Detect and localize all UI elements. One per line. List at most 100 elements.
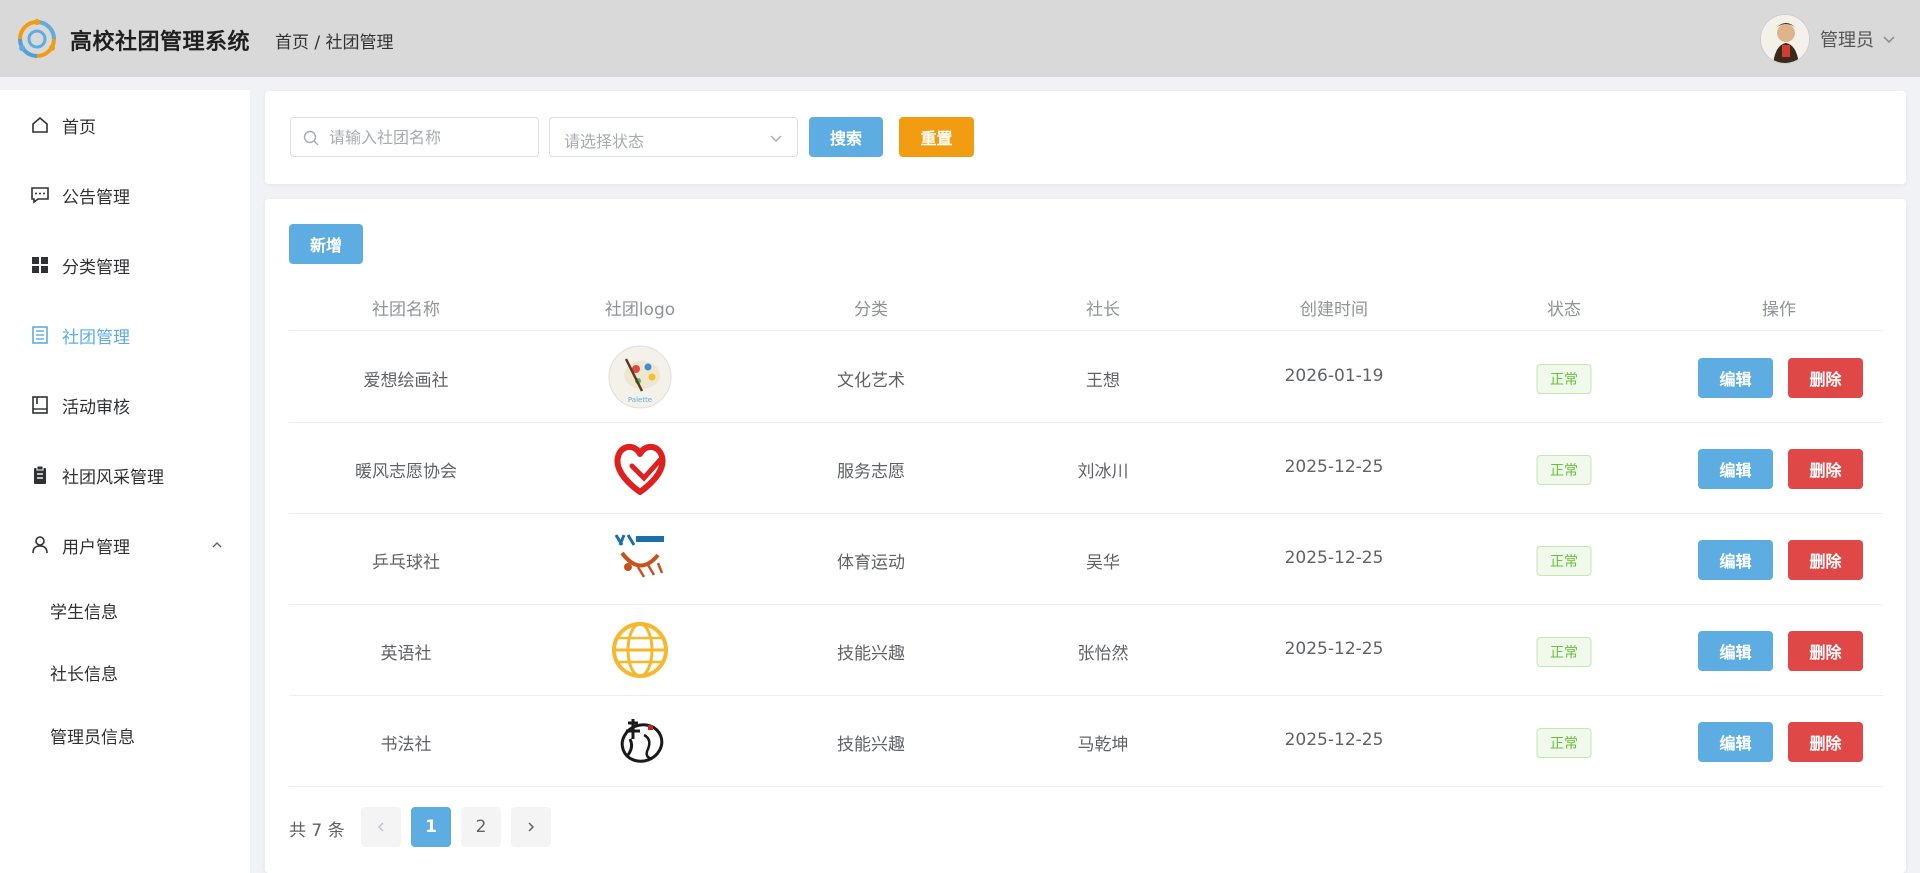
status-badge: 正常	[1536, 364, 1592, 394]
edit-button[interactable]: 编辑	[1698, 449, 1773, 489]
sidebar-item-activity-review[interactable]: 活动审核	[0, 377, 250, 433]
table-header: 社团名称 社团logo 分类 社长 创建时间 状态 操作	[289, 289, 1883, 331]
sidebar-item-label: 社团风采管理	[62, 467, 164, 488]
chevron-left-icon	[377, 822, 384, 832]
sidebar-item-user-management[interactable]: 用户管理	[0, 517, 250, 573]
table-row: 暖风志愿协会 服务志愿 刘冰川 2025-12-25 正常 编辑 删除	[289, 423, 1883, 514]
sidebar-item-label: 首页	[62, 117, 96, 138]
sidebar-item-announcements[interactable]: 公告管理	[0, 167, 250, 223]
table-row: 书法社 技能兴趣 马乾坤 2025-12-25 正常 编辑 删除	[289, 696, 1883, 787]
prev-page-button[interactable]	[361, 807, 401, 847]
app-logo-icon	[18, 19, 56, 58]
sidebar-item-clubs[interactable]: 社团管理	[0, 307, 250, 363]
heart-logo-icon	[614, 444, 666, 495]
status-badge: 正常	[1536, 546, 1592, 576]
sidebar-item-home[interactable]: 首页	[0, 97, 250, 153]
club-leader: 王想	[1086, 371, 1120, 391]
top-header: 高校社团管理系统 首页 / 社团管理 管理员	[0, 0, 1920, 77]
sidebar-subitem-label: 学生信息	[50, 602, 118, 623]
clipboard-icon	[34, 465, 46, 484]
sidebar-item-label: 社团管理	[62, 327, 130, 348]
status-select[interactable]: 请选择状态	[549, 117, 798, 157]
grid-icon	[32, 257, 48, 273]
page-button-1[interactable]: 1	[411, 807, 451, 847]
club-name: 爱想绘画社	[363, 371, 449, 391]
sidebar-subitem-label: 管理员信息	[50, 727, 135, 748]
status-badge: 正常	[1536, 728, 1592, 758]
add-club-button[interactable]: 新增	[289, 224, 363, 264]
sidebar-subitem-students[interactable]: 学生信息	[0, 585, 250, 635]
next-page-button[interactable]	[511, 807, 551, 847]
club-category: 体育运动	[837, 553, 905, 573]
total-count: 共 7 条	[289, 821, 345, 841]
club-name: 乒乓球社	[372, 553, 440, 573]
column-header-leader: 社长	[1086, 300, 1120, 320]
app-title: 高校社团管理系统	[70, 30, 251, 55]
table-row: 英语社 技能兴趣 张怡然 2025-12-25 正常 编辑 删除	[289, 605, 1883, 696]
chevron-up-icon	[212, 542, 222, 548]
column-header-logo: 社团logo	[604, 300, 676, 320]
status-badge: 正常	[1536, 455, 1592, 485]
book-icon	[32, 396, 48, 414]
search-button[interactable]: 搜索	[809, 117, 883, 157]
club-leader: 张怡然	[1077, 644, 1129, 664]
edit-button[interactable]: 编辑	[1698, 722, 1773, 762]
sidebar-item-label: 活动审核	[62, 397, 130, 418]
chevron-right-icon	[528, 822, 535, 832]
club-leader: 吴华	[1086, 553, 1120, 573]
search-icon	[303, 130, 319, 146]
table-row: 乒乓球社 体育运动 吴华 2025-12-25 正常 编辑 删除	[289, 514, 1883, 605]
user-icon	[32, 536, 48, 554]
chevron-down-icon	[770, 135, 782, 142]
delete-button[interactable]: 删除	[1788, 358, 1863, 398]
calligraphy-logo-icon	[620, 719, 664, 763]
status-badge: 正常	[1536, 637, 1592, 667]
club-leader: 马乾坤	[1077, 735, 1129, 755]
club-created-date: 2025-12-25	[1284, 548, 1384, 568]
sidebar-item-label: 公告管理	[62, 187, 130, 208]
sidebar-item-label: 分类管理	[62, 257, 130, 278]
delete-button[interactable]: 删除	[1788, 449, 1863, 489]
avatar	[1760, 14, 1810, 64]
delete-button[interactable]: 删除	[1788, 631, 1863, 671]
column-header-created: 创建时间	[1300, 300, 1368, 320]
sidebar-subitem-club-leaders[interactable]: 社长信息	[0, 647, 250, 697]
club-name-search-field[interactable]	[290, 117, 539, 157]
search-input[interactable]	[329, 118, 529, 156]
club-created-date: 2025-12-25	[1284, 457, 1384, 477]
document-icon	[32, 326, 48, 344]
reset-button[interactable]: 重置	[899, 117, 974, 157]
club-name: 英语社	[380, 644, 432, 664]
search-panel: 请选择状态 搜索 重置	[265, 91, 1906, 184]
sidebar: 首页 公告管理 分类管理 社团管理 活动审核 社团风采管理 用户管理 学生信息 …	[0, 90, 250, 873]
delete-button[interactable]: 删除	[1788, 540, 1863, 580]
club-leader: 刘冰川	[1077, 462, 1129, 482]
delete-button[interactable]: 删除	[1788, 722, 1863, 762]
club-category: 技能兴趣	[837, 735, 905, 755]
sidebar-item-label: 用户管理	[62, 537, 130, 558]
user-name: 管理员	[1820, 30, 1874, 51]
club-category: 技能兴趣	[837, 644, 905, 664]
club-table-panel: 新增 社团名称 社团logo 分类 社长 创建时间 状态 操作 爱想绘画社 Pa…	[265, 199, 1906, 873]
breadcrumb: 首页 / 社团管理	[275, 33, 394, 53]
column-header-status: 状态	[1547, 300, 1581, 320]
pingpong-logo-icon	[614, 533, 666, 578]
sidebar-subitem-label: 社长信息	[50, 664, 118, 685]
column-header-actions: 操作	[1762, 300, 1796, 320]
column-header-name: 社团名称	[372, 300, 440, 320]
user-menu[interactable]: 管理员	[1760, 14, 1896, 64]
avatar-image-icon	[1761, 15, 1809, 63]
sidebar-item-categories[interactable]: 分类管理	[0, 237, 250, 293]
home-icon	[32, 116, 48, 133]
table-row: 爱想绘画社 Palette 文化艺术 王想 2026-01-19 正常 编辑 删…	[289, 332, 1883, 423]
club-created-date: 2026-01-19	[1284, 366, 1384, 386]
club-name: 暖风志愿协会	[355, 462, 457, 482]
club-name: 书法社	[380, 735, 432, 755]
edit-button[interactable]: 编辑	[1698, 631, 1773, 671]
page-button-2[interactable]: 2	[461, 807, 501, 847]
painting-logo-icon: Palette	[608, 345, 672, 409]
sidebar-subitem-admins[interactable]: 管理员信息	[0, 710, 250, 760]
edit-button[interactable]: 编辑	[1698, 540, 1773, 580]
edit-button[interactable]: 编辑	[1698, 358, 1773, 398]
sidebar-item-club-showcase[interactable]: 社团风采管理	[0, 447, 250, 503]
